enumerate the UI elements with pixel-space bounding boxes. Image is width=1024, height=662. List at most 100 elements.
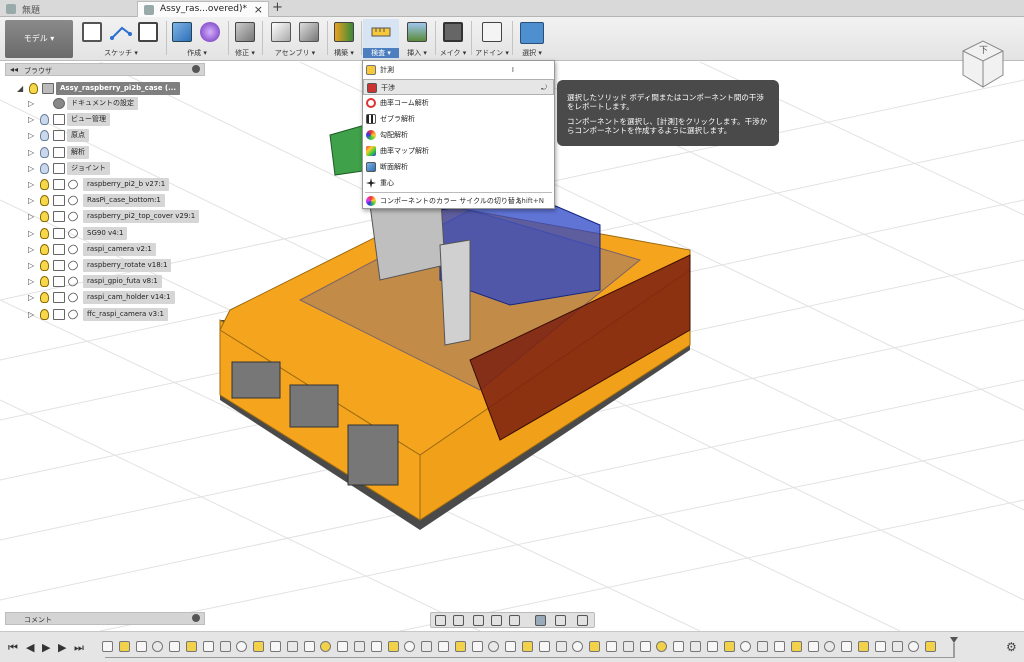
expand-arrow-icon[interactable]: ▷ [28, 261, 34, 270]
timeline-feature-icon[interactable] [774, 641, 785, 652]
pan-icon[interactable] [473, 615, 484, 626]
tree-item-label[interactable]: ビュー管理 [67, 113, 110, 127]
timeline-feature-icon[interactable] [589, 641, 601, 652]
timeline-feature-icon[interactable] [303, 641, 315, 652]
zoom-icon[interactable] [491, 615, 502, 626]
menu-item-zebra[interactable]: ゼブラ解析 [363, 111, 554, 127]
menu-item-draft[interactable]: 勾配解析 [363, 127, 554, 143]
addins-group[interactable]: アドイン ▾ [474, 19, 510, 59]
timeline-feature-icon[interactable] [790, 641, 802, 652]
rectangle-icon[interactable] [138, 22, 158, 42]
timeline-feature-icon[interactable] [202, 641, 214, 652]
menu-item-interference[interactable]: 干渉 ⤾ [363, 79, 554, 95]
visibility-bulb-icon[interactable] [40, 260, 49, 271]
tree-item[interactable]: ▷ 原点 [28, 129, 205, 143]
timeline-feature-icon[interactable] [757, 641, 769, 652]
expand-arrow-icon[interactable]: ▷ [28, 131, 34, 140]
timeline-feature-icon[interactable] [538, 641, 550, 652]
tree-item-label[interactable]: raspi_cam_holder v14:1 [83, 291, 175, 305]
extrude-icon[interactable] [172, 22, 192, 42]
tree-item[interactable]: ▷ RasPi_case_bottom:1 [28, 194, 205, 208]
tree-item-label[interactable]: RasPi_case_bottom:1 [83, 194, 165, 208]
expand-arrow-icon[interactable]: ▷ [28, 212, 34, 221]
tree-item-label[interactable]: SG90 v4:1 [83, 226, 128, 240]
construct-menu-label[interactable]: 構築 ▾ [329, 48, 359, 58]
expand-arrow-icon[interactable]: ▷ [28, 277, 34, 286]
timeline-feature-icon[interactable] [135, 641, 147, 652]
make-menu-label[interactable]: メイク ▾ [437, 48, 469, 58]
visibility-bulb-icon[interactable] [40, 130, 49, 142]
expand-down-icon[interactable]: ◢ [17, 84, 23, 93]
visibility-bulb-icon[interactable] [40, 179, 49, 190]
modify-group[interactable]: 修正 ▾ [230, 19, 260, 59]
comments-panel[interactable]: コメント [5, 612, 205, 625]
insert-menu-label[interactable]: 挿入 ▾ [401, 48, 433, 58]
timeline-feature-icon[interactable] [488, 641, 500, 652]
timeline-feature-icon[interactable] [320, 641, 332, 652]
timeline-feature-icon[interactable] [118, 641, 130, 652]
timeline-feature-icon[interactable] [454, 641, 466, 652]
viewports-icon[interactable] [577, 615, 588, 626]
scripts-icon[interactable] [482, 22, 502, 42]
collapse-arrow-icon[interactable]: ◂◂ [10, 65, 18, 74]
timeline-feature-icon[interactable] [706, 641, 718, 652]
sketch-group[interactable]: スケッチ ▾ [78, 19, 164, 59]
timeline-feature-icon[interactable] [421, 641, 433, 652]
look-at-icon[interactable] [453, 615, 464, 626]
timeline-feature-icon[interactable] [639, 641, 651, 652]
insert-image-icon[interactable] [407, 22, 427, 42]
display-settings-icon[interactable] [535, 615, 546, 626]
expand-arrow-icon[interactable]: ▷ [28, 180, 34, 189]
timeline-feature-icon[interactable] [807, 641, 819, 652]
timeline-feature-icon[interactable] [370, 641, 382, 652]
press-pull-icon[interactable] [235, 22, 255, 42]
expand-arrow-icon[interactable]: ▷ [28, 229, 34, 238]
line-icon[interactable] [110, 22, 132, 42]
3d-print-icon[interactable] [443, 22, 463, 42]
visibility-bulb-icon[interactable] [40, 276, 49, 288]
create-group[interactable]: 作成 ▾ [168, 19, 226, 59]
visibility-bulb-icon[interactable] [40, 227, 49, 239]
tree-item[interactable]: ▷ ビュー管理 [28, 113, 205, 127]
new-component-icon[interactable] [271, 22, 291, 42]
timeline-feature-icon[interactable] [606, 641, 617, 652]
timeline-settings-icon[interactable]: ⚙ [1006, 640, 1017, 654]
go-to-start-icon[interactable]: ⏮ [8, 641, 18, 655]
visibility-bulb-icon[interactable] [40, 211, 49, 223]
timeline-feature-icon[interactable] [908, 641, 920, 652]
menu-item-center-of-mass[interactable]: 重心 [363, 175, 554, 191]
timeline-feature-icon[interactable] [841, 641, 853, 652]
tree-item[interactable]: ▷ 解析 [28, 145, 205, 160]
tree-item[interactable]: ▷ ジョイント [28, 161, 205, 176]
browser-panel-header[interactable]: ◂◂ ブラウザ [5, 63, 205, 76]
tree-item[interactable]: ▷ ドキュメントの設定 [28, 97, 205, 111]
sketch-menu-label[interactable]: スケッチ ▾ [78, 48, 164, 58]
joint-icon[interactable] [299, 22, 319, 42]
timeline-feature-icon[interactable] [622, 641, 634, 652]
timeline-feature-icon[interactable] [169, 641, 181, 652]
new-tab-button[interactable]: + [272, 0, 283, 15]
workspace-switcher[interactable]: モデル ▾ [5, 20, 73, 58]
expand-arrow-icon[interactable]: ▷ [28, 148, 34, 157]
tree-item[interactable]: ▷ raspi_camera v2:1 [28, 242, 205, 257]
fit-icon[interactable] [509, 615, 520, 626]
expand-arrow-icon[interactable]: ▷ [28, 245, 34, 254]
assemble-group[interactable]: アセンブリ ▾ [265, 19, 325, 59]
tree-item-label[interactable]: raspi_camera v2:1 [83, 242, 156, 256]
timeline-feature-icon[interactable] [723, 641, 735, 652]
timeline-marker-icon[interactable] [950, 637, 958, 657]
create-menu-label[interactable]: 作成 ▾ [168, 48, 226, 58]
timeline-feature-icon[interactable] [253, 641, 265, 652]
timeline-feature-icon[interactable] [824, 641, 836, 652]
measure-icon[interactable] [371, 22, 391, 42]
visibility-bulb-icon[interactable] [40, 146, 49, 158]
offset-plane-icon[interactable] [334, 22, 354, 42]
assemble-menu-label[interactable]: アセンブリ ▾ [265, 48, 325, 58]
addins-menu-label[interactable]: アドイン ▾ [474, 48, 510, 58]
timeline-feature-icon[interactable] [858, 641, 869, 652]
construct-group[interactable]: 構築 ▾ [329, 19, 359, 59]
expand-arrow-icon[interactable]: ▷ [28, 293, 34, 302]
visibility-bulb-icon[interactable] [40, 195, 49, 207]
timeline-feature-icon[interactable] [673, 641, 685, 652]
select-group[interactable]: 選択 ▾ [514, 19, 550, 59]
